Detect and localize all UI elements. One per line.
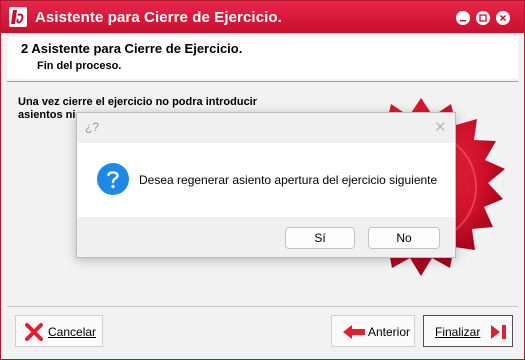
cancel-label: Cancelar: [48, 325, 97, 339]
title-bar[interactable]: Asistente para Cierre de Ejercicio.: [1, 1, 524, 33]
wizard-header: 2 Asistente para Cierre de Ejercicio. Fi…: [7, 37, 518, 79]
finish-label: Finalizar: [435, 325, 481, 339]
dialog-content: Desea regenerar asiento apertura del eje…: [77, 143, 455, 217]
dialog-title: ¿?: [85, 120, 100, 134]
back-label: Anterior: [368, 325, 411, 339]
close-icon[interactable]: [496, 11, 510, 25]
maximize-icon[interactable]: [476, 11, 490, 25]
question-icon: [97, 163, 129, 195]
step-subtitle: Fin del proceso.: [37, 60, 122, 72]
header-divider: [7, 81, 518, 82]
cancel-x-icon: [25, 323, 43, 341]
app-logo-icon: [9, 7, 27, 27]
step-title: 2 Asistente para Cierre de Ejercicio.: [21, 41, 243, 56]
finish-button[interactable]: Finalizar: [423, 315, 513, 347]
window-title: Asistente para Cierre de Ejercicio.: [35, 9, 282, 26]
back-arrow-icon: [343, 325, 365, 339]
yes-button[interactable]: Sí: [285, 227, 355, 249]
footer-divider: [7, 306, 518, 307]
back-button[interactable]: Anterior: [331, 315, 415, 347]
dialog-close-icon[interactable]: ✕: [434, 118, 447, 136]
minimize-icon[interactable]: [456, 11, 470, 25]
info-line-1: Una vez cierre el ejercicio no podra int…: [18, 96, 258, 108]
confirm-dialog: ¿? ✕ Desea regenerar asiento apertura de…: [76, 112, 456, 258]
dialog-message: Desea regenerar asiento apertura del eje…: [139, 173, 438, 187]
no-button[interactable]: No: [368, 227, 440, 249]
cancel-button[interactable]: Cancelar: [15, 315, 103, 347]
finish-icon: [491, 325, 506, 339]
